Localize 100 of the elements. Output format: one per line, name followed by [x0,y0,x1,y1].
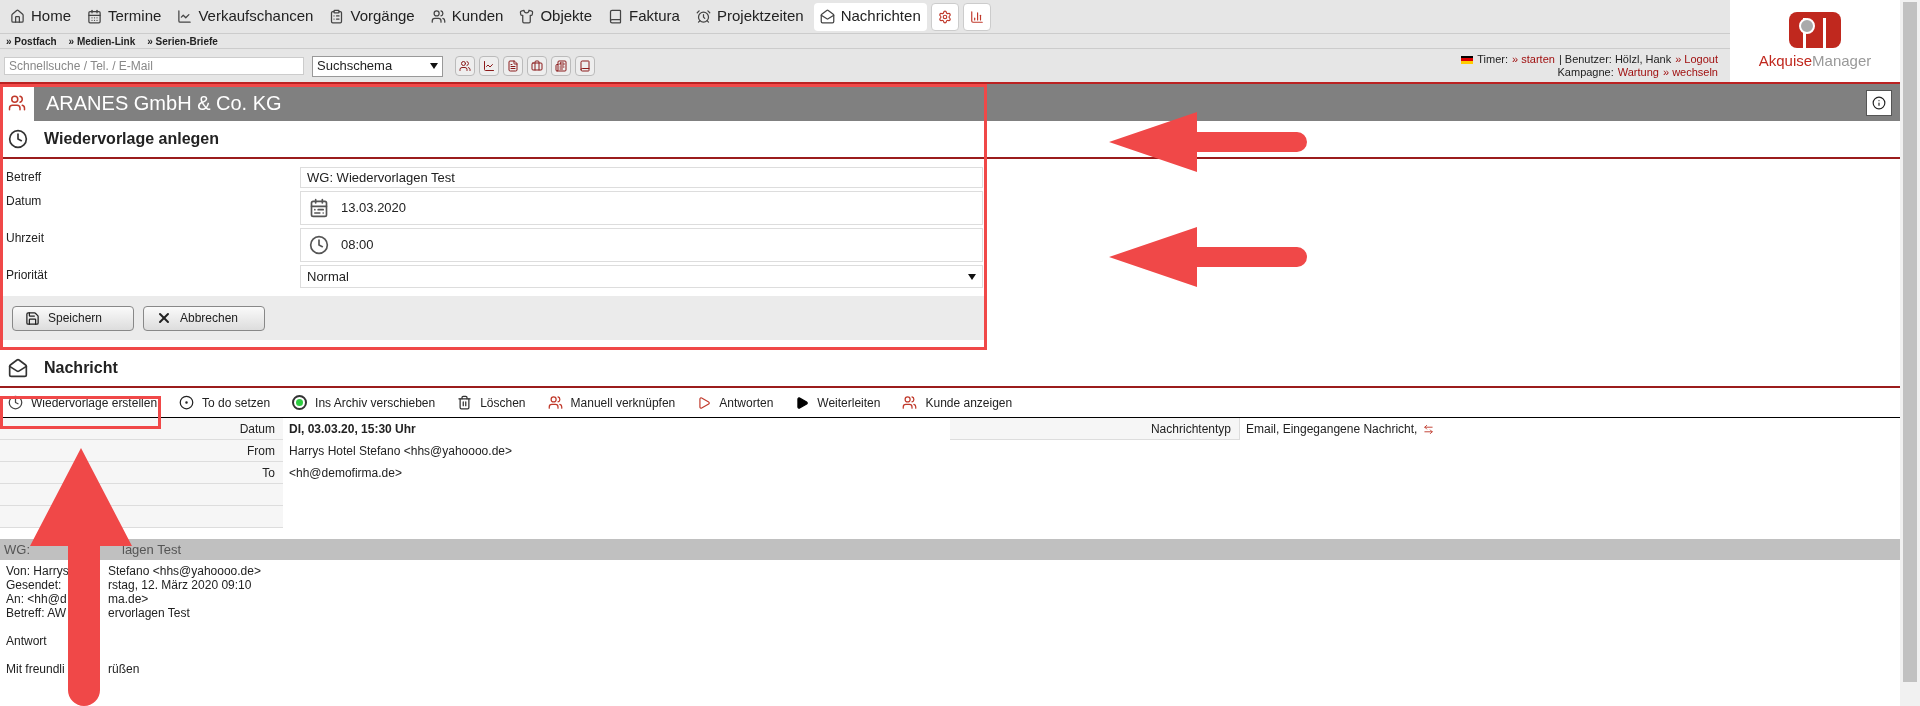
save-button[interactable]: Speichern [12,305,134,331]
reply-icon [697,395,712,410]
status-link[interactable]: Wartung [1617,66,1659,79]
radio-icon [179,395,195,410]
toolbar-button[interactable] [575,56,595,76]
play-icon [795,395,810,410]
toolbar-button[interactable] [455,56,475,76]
clipboard-icon [329,9,345,24]
document-icon [507,60,519,72]
users-icon [902,395,918,410]
body-text: Stefano <hhs@yahoooo.de> [108,564,261,578]
search-field[interactable]: Schnellsuche / Tel. / E-Mail [4,57,304,75]
users-icon [547,395,563,410]
action-link[interactable]: Antworten [697,393,774,412]
header-label: Nachrichtentyp [1150,420,1231,438]
scrollbar[interactable] [1900,0,1920,706]
nav-tab[interactable]: Vorgänge [323,2,421,31]
close-icon [156,310,172,326]
body-text: Mit freundli [5,662,66,676]
status-link[interactable]: » starten [1512,53,1555,66]
clock-icon [309,235,329,255]
action-link[interactable]: Wiedervorlage erstellen [8,393,158,412]
save-icon [25,310,40,326]
header-value: <hh@demofirma.de> [289,465,402,482]
body-text: rstag, 12. März 2020 09:10 [108,578,252,592]
calendar-icon [87,9,102,24]
line-chart-icon [177,9,193,24]
action-link[interactable]: Manuell verknüpfen [547,393,676,412]
gear-icon [937,9,952,24]
line-chart-icon [483,60,495,72]
header-value: Email, Eingegangene Nachricht, [1246,421,1418,438]
submenu-link[interactable]: » Medien-Link [68,33,136,49]
field-label: Priorität [5,267,49,284]
logo: AkquiseManager [1730,0,1900,82]
envelope-icon [8,358,28,378]
submenu-link[interactable]: » Serien-Briefe [147,33,218,49]
shirt-icon [519,9,535,24]
nav-tab[interactable]: Faktura [602,2,686,31]
info-icon [1872,95,1886,110]
toolbar-button[interactable] [527,56,547,76]
action-link[interactable]: Ins Archiv verschieben [292,393,436,412]
body-text: An: <hh@d [5,592,68,606]
section-title: Wiedervorlage anlegen [44,129,220,149]
toolbar-button[interactable] [551,56,571,76]
header-value: DI, 03.03.20, 15:30 Uhr [289,421,416,438]
company-name: ARANES GmbH & Co. KG [46,90,283,116]
users-icon [430,9,446,24]
header-label: To [262,464,275,482]
submenu-link[interactable]: » Postfach [6,33,57,49]
cancel-button[interactable]: Abbrechen [143,305,265,331]
settings-button[interactable] [930,2,959,31]
nav-tab[interactable]: Home [4,2,77,31]
schema-select[interactable]: Suchschema [312,55,443,77]
action-link[interactable]: To do setzen [179,393,271,412]
body-text: ervorlagen Test [108,606,190,620]
priority-select[interactable]: Normal [300,265,983,288]
nav-tab[interactable]: Projektzeiten [689,2,810,31]
calendar-icon [309,198,329,218]
body-text: Gesendet: [5,578,63,592]
nav-tab[interactable]: Termine [81,2,168,31]
action-link[interactable]: Weiterleiten [795,393,881,412]
field-label: Betreff [5,169,43,186]
caret-icon [968,273,976,280]
input-field[interactable]: 08:00 [300,228,983,262]
status-text: | Benutzer: Hölzl, Hank [1558,53,1672,66]
alarm-clock-icon [695,9,711,24]
envelope-icon [819,9,835,24]
briefcase-icon [531,60,543,72]
info-button[interactable] [1866,89,1892,116]
field-label: Uhrzeit [5,230,45,247]
body-text: rüßen [108,662,140,676]
bar-chart-button[interactable] [962,2,991,31]
swap-icon [1423,423,1435,435]
body-text: Betreff: AW [5,606,68,620]
input-field[interactable]: WG: Wiedervorlagen Test [300,167,983,188]
status-text: Timer: [1477,53,1509,66]
target-icon [292,395,308,410]
status-text: Kampagne: [1557,66,1614,79]
nav-tab[interactable]: Nachrichten [813,2,927,31]
action-link[interactable]: Kunde anzeigen [902,393,1013,412]
section-title: Nachricht [44,358,118,378]
home-icon [10,9,25,24]
status-link[interactable]: » wechseln [1662,66,1718,79]
clock-icon [8,129,28,149]
input-field[interactable]: 13.03.2020 [300,191,983,225]
header-value: Harrys Hotel Stefano <hhs@yahoooo.de> [289,443,512,460]
bar-chart-icon [969,9,984,24]
header-label: Datum [239,420,275,438]
status-link[interactable]: » Logout [1675,53,1718,66]
field-label: Datum [5,193,43,210]
nav-tab[interactable]: Objekte [513,2,599,31]
german-flag-icon [1461,55,1474,64]
toolbar-button[interactable] [503,56,523,76]
caret-icon [430,63,438,69]
action-link[interactable]: Löschen [457,393,526,412]
subject-text: lagen Test [122,540,182,559]
toolbar-button[interactable] [479,56,499,76]
nav-tab[interactable]: Kunden [424,2,510,31]
book-icon [608,9,624,24]
nav-tab[interactable]: Verkaufschancen [171,2,320,31]
